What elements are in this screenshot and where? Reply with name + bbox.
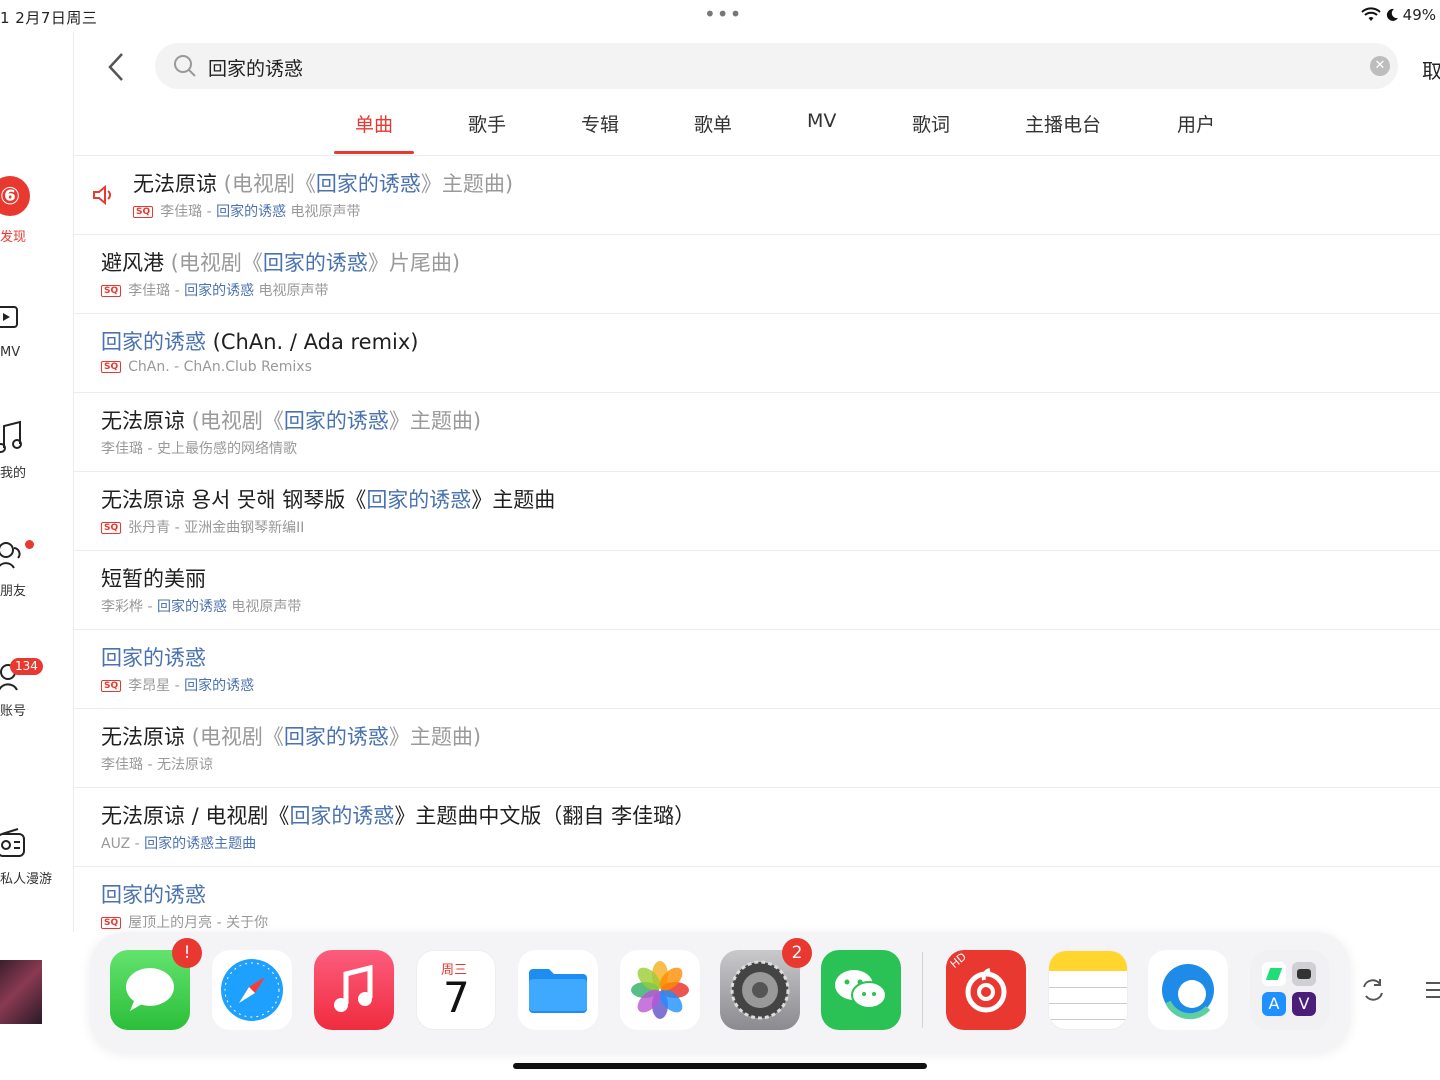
app-library-icon[interactable]: A V [1250,950,1330,1030]
notification-dot [25,540,34,549]
dock: ! 周三 7 2 HD A V [90,932,1350,1052]
sidebar: ⑥ 发现 MV 我的 朋友 134 账号 私人漫游 [0,32,74,932]
song-row[interactable]: 无法原谅 용서 못해 钢琴版《回家的诱惑》主题曲 SQ 张丹青 - 亚洲金曲钢琴新… [74,472,1440,551]
song-row[interactable]: 无法原谅 (电视剧《回家的诱惑》主题曲) SQ 李佳璐 - 回家的诱惑 电视原声带 [74,156,1440,235]
music-app-icon[interactable] [314,950,394,1030]
messages-app-icon[interactable]: ! [110,938,202,1030]
song-row[interactable]: 回家的诱惑 (ChAn. / Ada remix) SQ ChAn. - ChAn… [74,314,1440,393]
song-subtitle: SQ ChAn. - ChAn.Club Remixs [101,359,312,375]
playlist-icon[interactable] [1420,975,1440,1005]
tab-playlists[interactable]: 歌单 [694,110,732,137]
files-app-icon[interactable] [518,950,598,1030]
status-bar: 1 2月7日周三 ••• 49% [0,0,1440,32]
cancel-button[interactable]: 取 [1422,55,1440,84]
account-badge: 134 [10,658,43,675]
calendar-day: 7 [443,973,470,1022]
photos-app-icon[interactable] [620,950,700,1030]
messages-badge: ! [172,938,202,968]
netease-music-hd-app-icon[interactable]: HD [946,950,1026,1030]
song-title: 回家的诱惑 (ChAn. / Ada remix) [101,330,419,354]
song-title: 回家的诱惑 [101,883,206,907]
sq-badge: SQ [101,361,122,373]
tab-lyrics[interactable]: 歌词 [912,110,950,137]
clear-icon[interactable]: ✕ [1370,56,1390,76]
tab-mv[interactable]: MV [807,110,836,132]
sidebar-item-label: 账号 [0,704,27,719]
search-tabs: 单曲 歌手 专辑 歌单 MV 歌词 主播电台 用户 [74,100,1440,156]
search-icon [174,55,196,77]
sidebar-item-label: 朋友 [0,584,27,599]
song-row[interactable]: 无法原谅 / 电视剧《回家的诱惑》主题曲中文版（翻自 李佳璐） AUZ - 回家… [74,788,1440,867]
sq-badge: SQ [101,285,122,297]
song-title: 无法原谅 / 电视剧《回家的诱惑》主题曲中文版（翻自 李佳璐） [101,804,696,828]
search-bar[interactable]: 回家的诱惑 ✕ [155,43,1398,89]
dock-separator [922,952,923,1028]
song-title: 无法原谅 (电视剧《回家的诱惑》主题曲) [101,409,482,433]
wifi-icon [1360,7,1381,21]
radio-icon [0,828,25,857]
friends-icon [0,542,21,569]
mv-icon [0,306,18,328]
repeat-icon[interactable] [1358,975,1388,1005]
wechat-app-icon[interactable] [821,950,901,1030]
folder-app-1-icon [1262,962,1286,986]
tab-songs[interactable]: 单曲 [355,110,393,137]
song-title: 无法原谅 (电视剧《回家的诱惑》主题曲) [101,725,482,749]
sq-badge: SQ [101,522,122,534]
song-subtitle: SQ 张丹青 - 亚洲金曲钢琴新编II [101,517,304,537]
now-playing-album-art[interactable] [0,960,42,1024]
active-tab-indicator [334,151,414,154]
song-title: 避风港 (电视剧《回家的诱惑》片尾曲) [101,251,461,275]
netease-logo-icon: ⑥ [0,176,30,216]
sq-badge: SQ [101,680,122,692]
song-title: 短暂的美丽 [101,567,206,591]
music-note-icon [0,420,22,453]
song-list: 无法原谅 (电视剧《回家的诱惑》主题曲) SQ 李佳璐 - 回家的诱惑 电视原声带… [74,156,1440,946]
song-subtitle: AUZ - 回家的诱惑主题曲 [101,836,257,852]
battery-percent: 49% [1402,6,1436,24]
app-store-icon: A [1262,992,1286,1016]
home-indicator[interactable] [513,1063,927,1069]
sq-badge: SQ [133,206,154,218]
notes-app-icon[interactable] [1048,950,1128,1030]
song-subtitle: 李彩桦 - 回家的诱惑 电视原声带 [101,599,302,615]
song-row[interactable]: 无法原谅 (电视剧《回家的诱惑》主题曲) 李佳璐 - 史上最伤感的网络情歌 [74,393,1440,472]
song-row[interactable]: 无法原谅 (电视剧《回家的诱惑》主题曲) 李佳璐 - 无法原谅 [74,709,1440,788]
moon-icon [1386,8,1398,21]
video-app-icon: V [1292,992,1316,1016]
sidebar-item-label: 我的 [0,466,27,481]
song-subtitle: 李佳璐 - 史上最伤感的网络情歌 [101,441,297,457]
tab-users[interactable]: 用户 [1177,110,1215,137]
song-title: 回家的诱惑 [101,646,206,670]
song-title: 无法原谅 용서 못해 钢琴版《回家的诱惑》主题曲 [101,488,556,512]
tab-albums[interactable]: 专辑 [581,110,619,137]
sidebar-item-label: 私人漫游 [0,872,53,887]
settings-badge: 2 [782,938,812,968]
sq-badge: SQ [101,917,122,929]
status-right: 49% [1360,6,1436,24]
speaker-icon [93,184,111,206]
search-input[interactable]: 回家的诱惑 [208,54,303,81]
sidebar-item-label: 发现 [0,230,27,245]
multitasking-dots-icon[interactable]: ••• [704,2,742,26]
song-subtitle: 李佳璐 - 无法原谅 [101,757,213,773]
song-title: 无法原谅 (电视剧《回家的诱惑》主题曲) [133,172,514,196]
camera-icon [1292,962,1316,986]
tab-artists[interactable]: 歌手 [468,110,506,137]
safari-app-icon[interactable] [212,950,292,1030]
edge-app-icon[interactable] [1148,950,1228,1030]
song-row[interactable]: 避风港 (电视剧《回家的诱惑》片尾曲) SQ 李佳璐 - 回家的诱惑 电视原声带 [74,235,1440,314]
status-time: 1 2月7日周三 [0,9,98,27]
song-subtitle: SQ 屋顶上的月亮 - 关于你 [101,912,268,932]
song-row[interactable]: 回家的诱惑 SQ 李昂星 - 回家的诱惑 [74,630,1440,709]
back-chevron-icon[interactable] [102,50,132,84]
song-subtitle: SQ 李昂星 - 回家的诱惑 [101,675,254,695]
song-subtitle: SQ 李佳璐 - 回家的诱惑 电视原声带 [133,201,361,221]
song-row[interactable]: 短暂的美丽 李彩桦 - 回家的诱惑 电视原声带 [74,551,1440,630]
tab-radio[interactable]: 主播电台 [1025,110,1101,137]
settings-app-icon[interactable]: 2 [720,938,812,1030]
sidebar-item-label: MV [0,345,21,360]
song-subtitle: SQ 李佳璐 - 回家的诱惑 电视原声带 [101,280,329,300]
calendar-app-icon[interactable]: 周三 7 [416,950,496,1030]
